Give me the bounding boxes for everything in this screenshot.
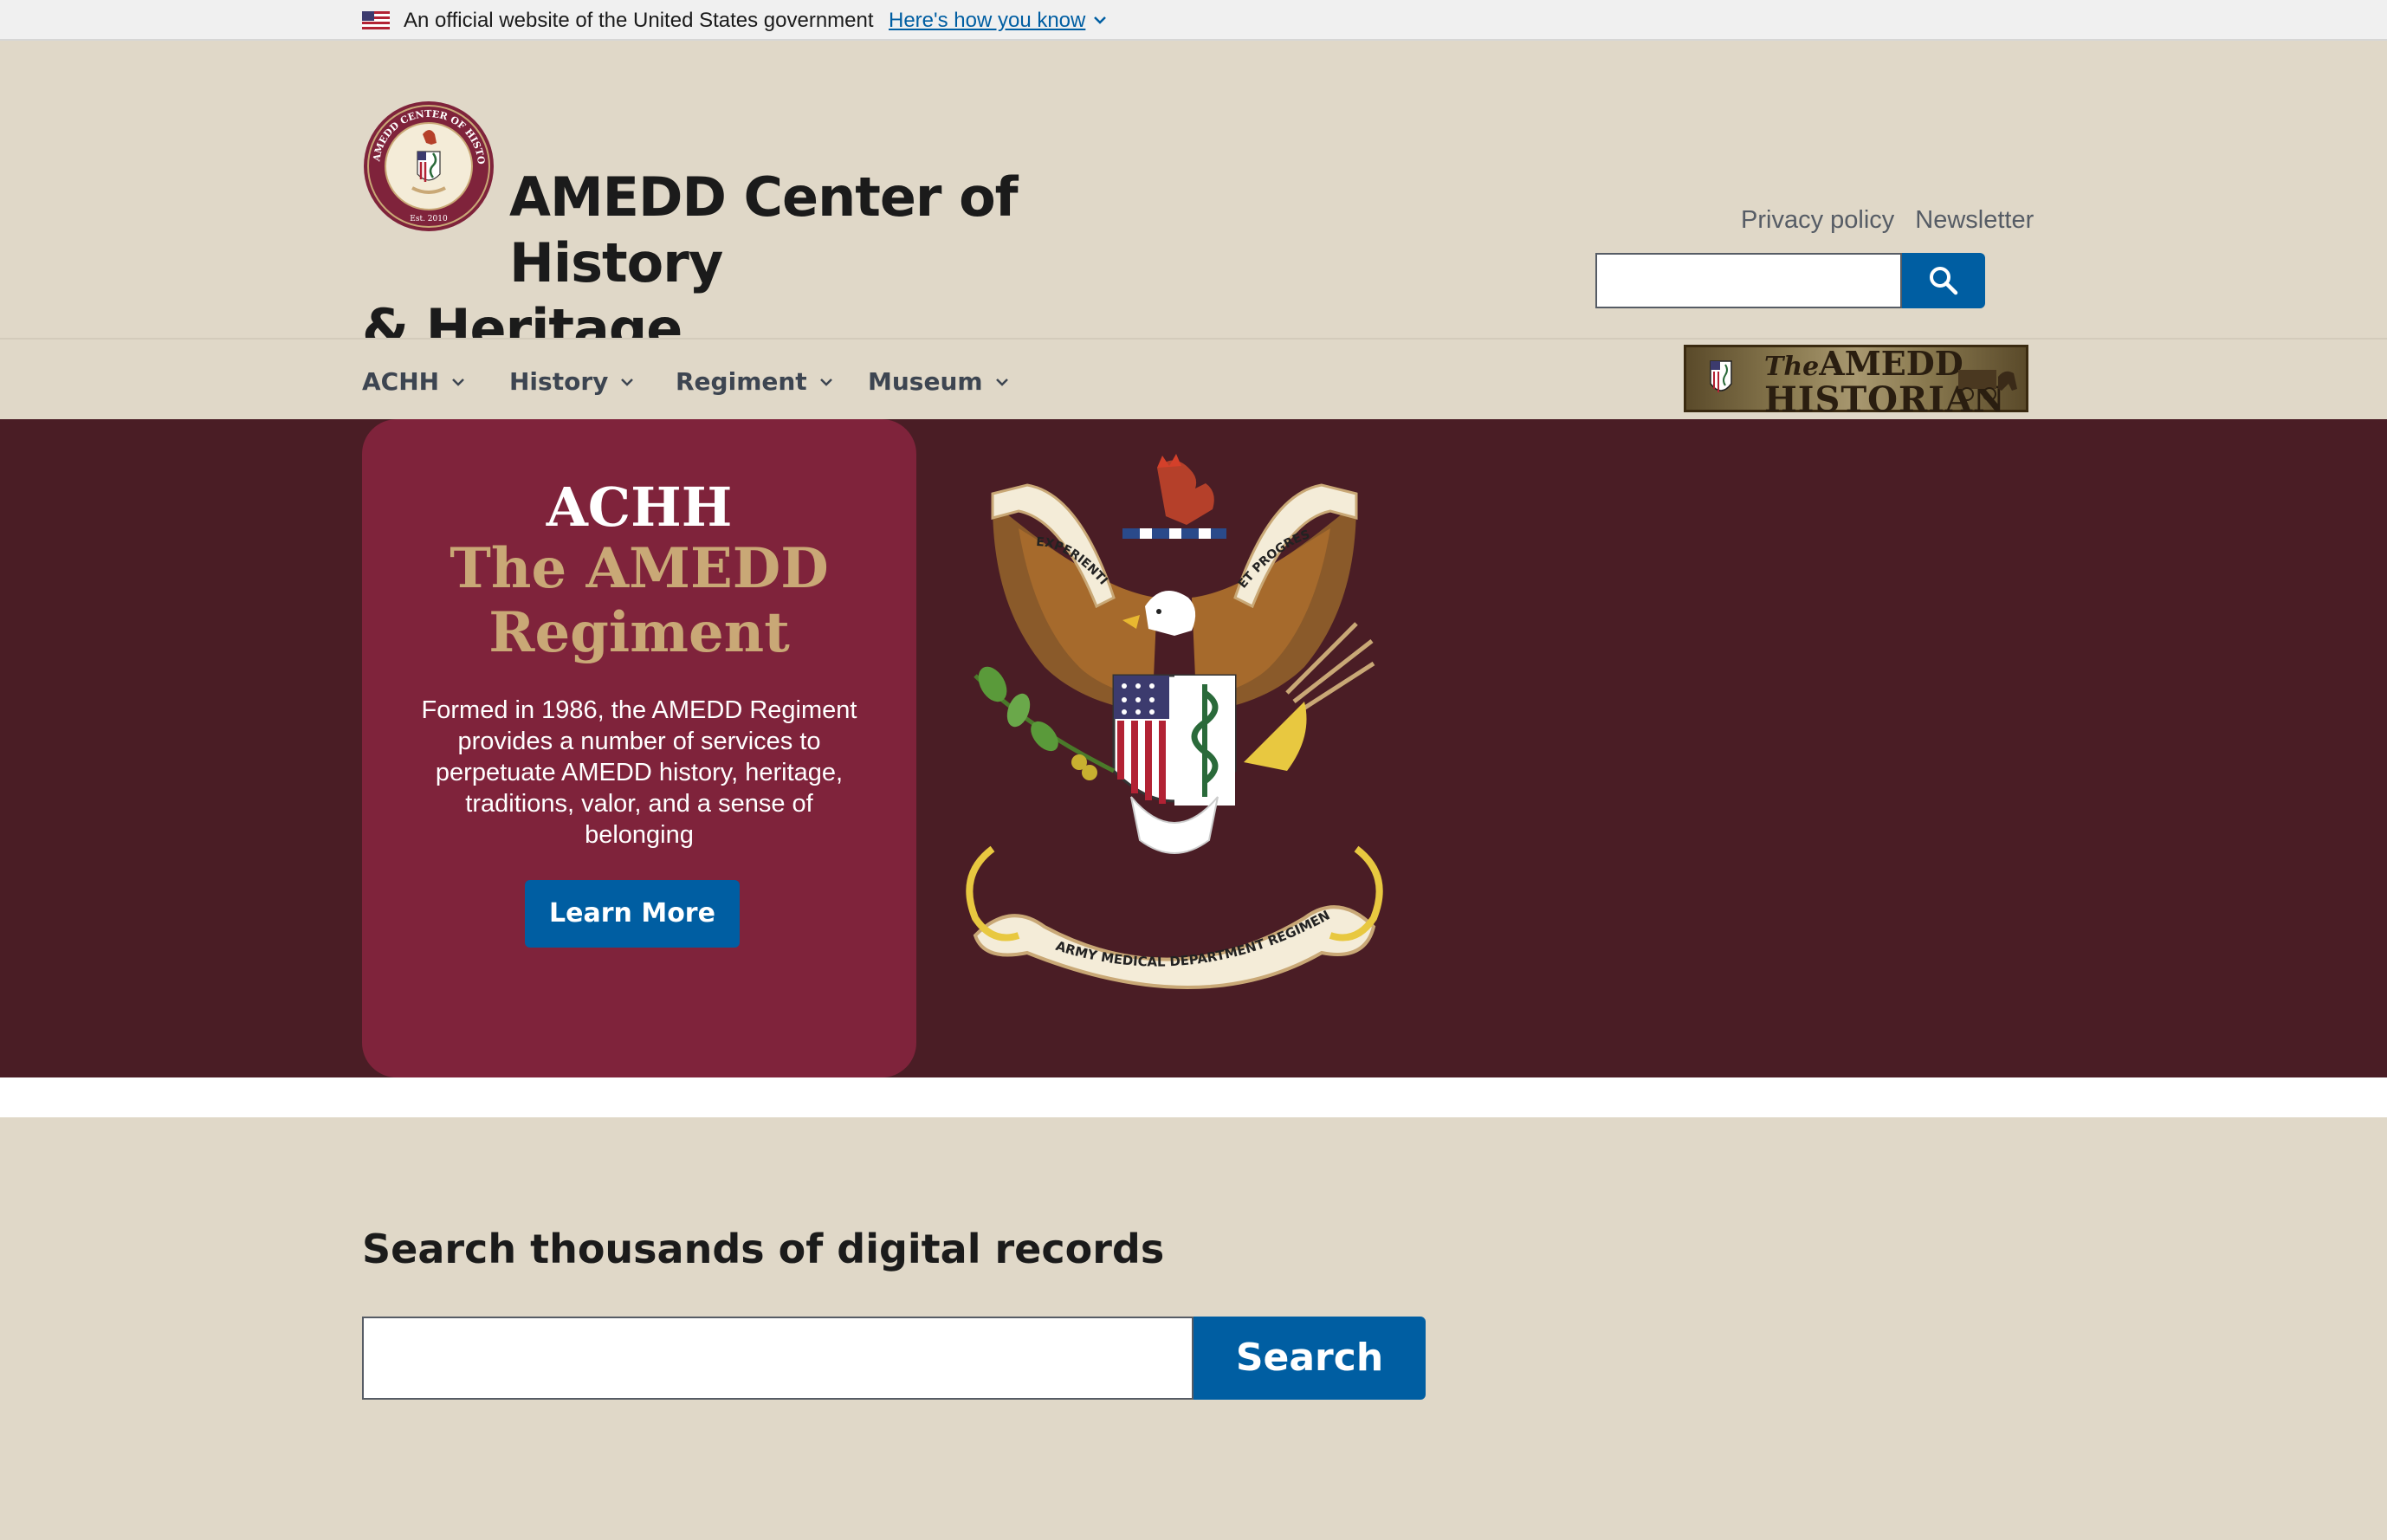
hero-card: ACHH The AMEDD Regiment Formed in 1986, … [362, 419, 916, 1077]
records-search-input[interactable] [362, 1317, 1194, 1400]
nav-item-label: ACHH [362, 367, 440, 396]
gov-banner: An official website of the United States… [0, 0, 2387, 41]
chevron-down-icon [452, 379, 464, 386]
privacy-policy-link[interactable]: Privacy policy [1741, 206, 1894, 234]
historian-the: The [1764, 352, 1820, 382]
gov-banner-text: An official website of the United States… [404, 9, 874, 32]
learn-more-button[interactable]: Learn More [525, 880, 740, 948]
nav-item-regiment[interactable]: Regiment [676, 367, 833, 397]
historian-amedd: AMEDD [1819, 344, 1963, 383]
chevron-down-icon [621, 379, 634, 386]
header-search-input[interactable] [1595, 253, 1902, 308]
nav-item-label: Museum [868, 367, 983, 396]
records-search-button[interactable]: Search [1194, 1317, 1426, 1400]
site-header [0, 41, 2387, 338]
nav-item-history[interactable]: History [509, 367, 634, 397]
section-divider [0, 1077, 2387, 1117]
how-you-know-link[interactable]: Here's how you know [889, 8, 1085, 34]
site-title[interactable]: AMEDD Center of History & Heritage [362, 165, 1194, 362]
amedd-historian-logo[interactable]: TheAMEDD HISTORIAN [1684, 344, 2028, 417]
shield-icon [1710, 360, 1732, 392]
records-search-title: Search thousands of digital records [362, 1226, 1165, 1272]
hero-body: Formed in 1986, the AMEDD Regiment provi… [421, 696, 857, 849]
chevron-down-icon[interactable] [1093, 16, 1107, 26]
site-title-line1: AMEDD Center of History [509, 165, 1019, 294]
header-search-button[interactable] [1902, 253, 1985, 308]
newsletter-link[interactable]: Newsletter [1915, 206, 2034, 234]
regiment-crest-image: EXPERIENTIA ET PROGRESSUS ARMY MEDICAL D… [941, 450, 1383, 989]
nav-item-label: Regiment [676, 367, 807, 396]
nav-item-achh[interactable]: ACHH [362, 367, 465, 397]
utility-links: Privacy policy Newsletter [1741, 204, 2034, 236]
hero-kicker: ACHH [546, 476, 733, 539]
chevron-down-icon [995, 379, 1008, 386]
us-flag-icon [362, 11, 390, 29]
nav-item-museum[interactable]: Museum [868, 367, 1009, 397]
nav-item-label: History [509, 367, 609, 396]
search-icon [1930, 267, 1958, 295]
records-search-section: Search thousands of digital records Sear… [0, 1117, 2387, 1540]
wagon-illustration-icon [1958, 370, 2017, 401]
chevron-down-icon [819, 379, 832, 386]
primary-nav: ACHH History Regiment Museum [0, 338, 2387, 419]
hero-title: The AMEDD Regiment [450, 536, 829, 665]
